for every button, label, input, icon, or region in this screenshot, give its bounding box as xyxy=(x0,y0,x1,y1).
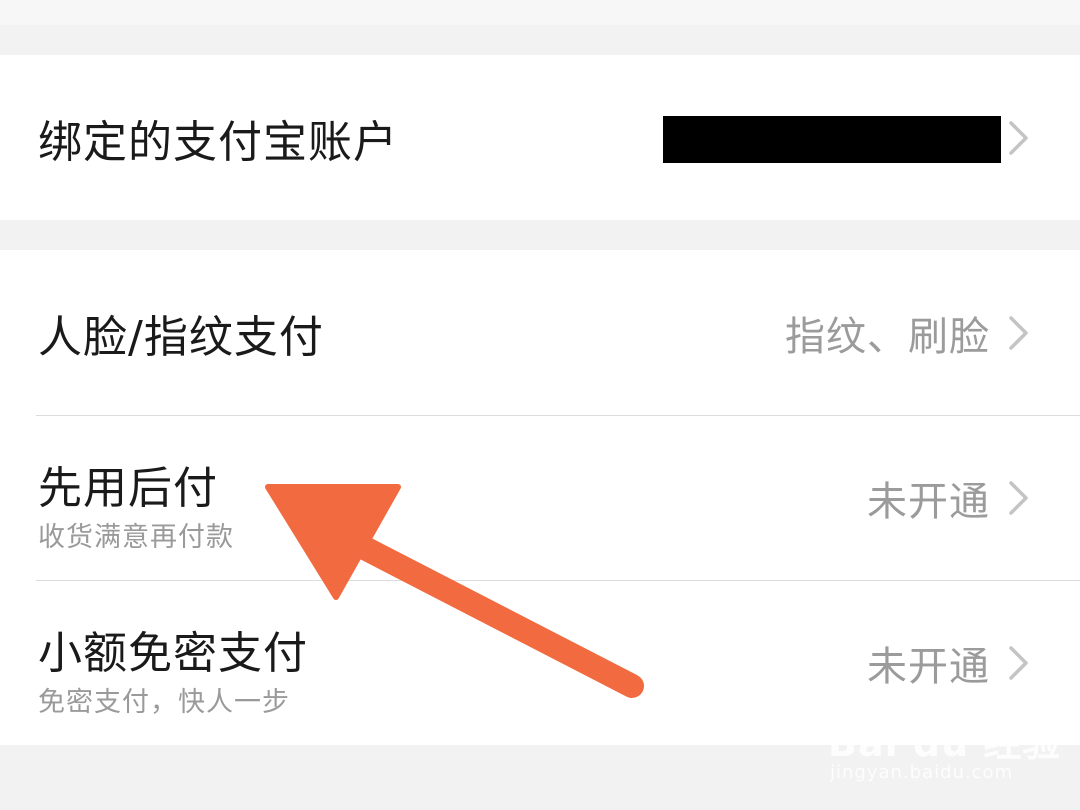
redacted-account-value xyxy=(663,116,1001,163)
chevron-right-icon xyxy=(1009,646,1028,680)
face-fingerprint-pay-row[interactable]: 人脸/指纹支付 指纹、刷脸 xyxy=(0,250,1080,415)
small-amount-password-free-subtitle: 免密支付，快人一步 xyxy=(38,687,290,718)
watermark-url: jingyan.baidu.com xyxy=(830,762,1014,783)
pay-later-row[interactable]: 先用后付 收货满意再付款 未开通 xyxy=(0,416,1080,580)
pay-later-value: 未开通 xyxy=(867,479,990,525)
small-amount-password-free-row[interactable]: 小额免密支付 免密支付，快人一步 未开通 xyxy=(0,581,1080,745)
pay-later-subtitle: 收货满意再付款 xyxy=(38,522,234,553)
small-amount-password-free-value: 未开通 xyxy=(867,644,990,690)
top-strip xyxy=(0,0,1080,25)
chevron-right-icon xyxy=(1009,481,1028,515)
settings-screen: 绑定的支付宝账户 人脸/指纹支付 指纹、刷脸 先用后付 收货满意再付款 未开通 xyxy=(0,0,1080,810)
account-card: 绑定的支付宝账户 xyxy=(0,55,1080,220)
small-amount-password-free-label: 小额免密支付 xyxy=(38,628,308,679)
bound-alipay-account-row[interactable]: 绑定的支付宝账户 xyxy=(0,55,1080,220)
chevron-right-icon xyxy=(1009,120,1028,155)
bound-alipay-account-label: 绑定的支付宝账户 xyxy=(38,116,398,168)
chevron-right-icon xyxy=(1009,315,1028,350)
pay-later-label: 先用后付 xyxy=(38,463,218,514)
face-fingerprint-pay-label: 人脸/指纹支付 xyxy=(38,311,324,363)
payment-options-card: 人脸/指纹支付 指纹、刷脸 先用后付 收货满意再付款 未开通 小额免密支付 免密… xyxy=(0,250,1080,745)
face-fingerprint-pay-value: 指纹、刷脸 xyxy=(785,313,990,360)
